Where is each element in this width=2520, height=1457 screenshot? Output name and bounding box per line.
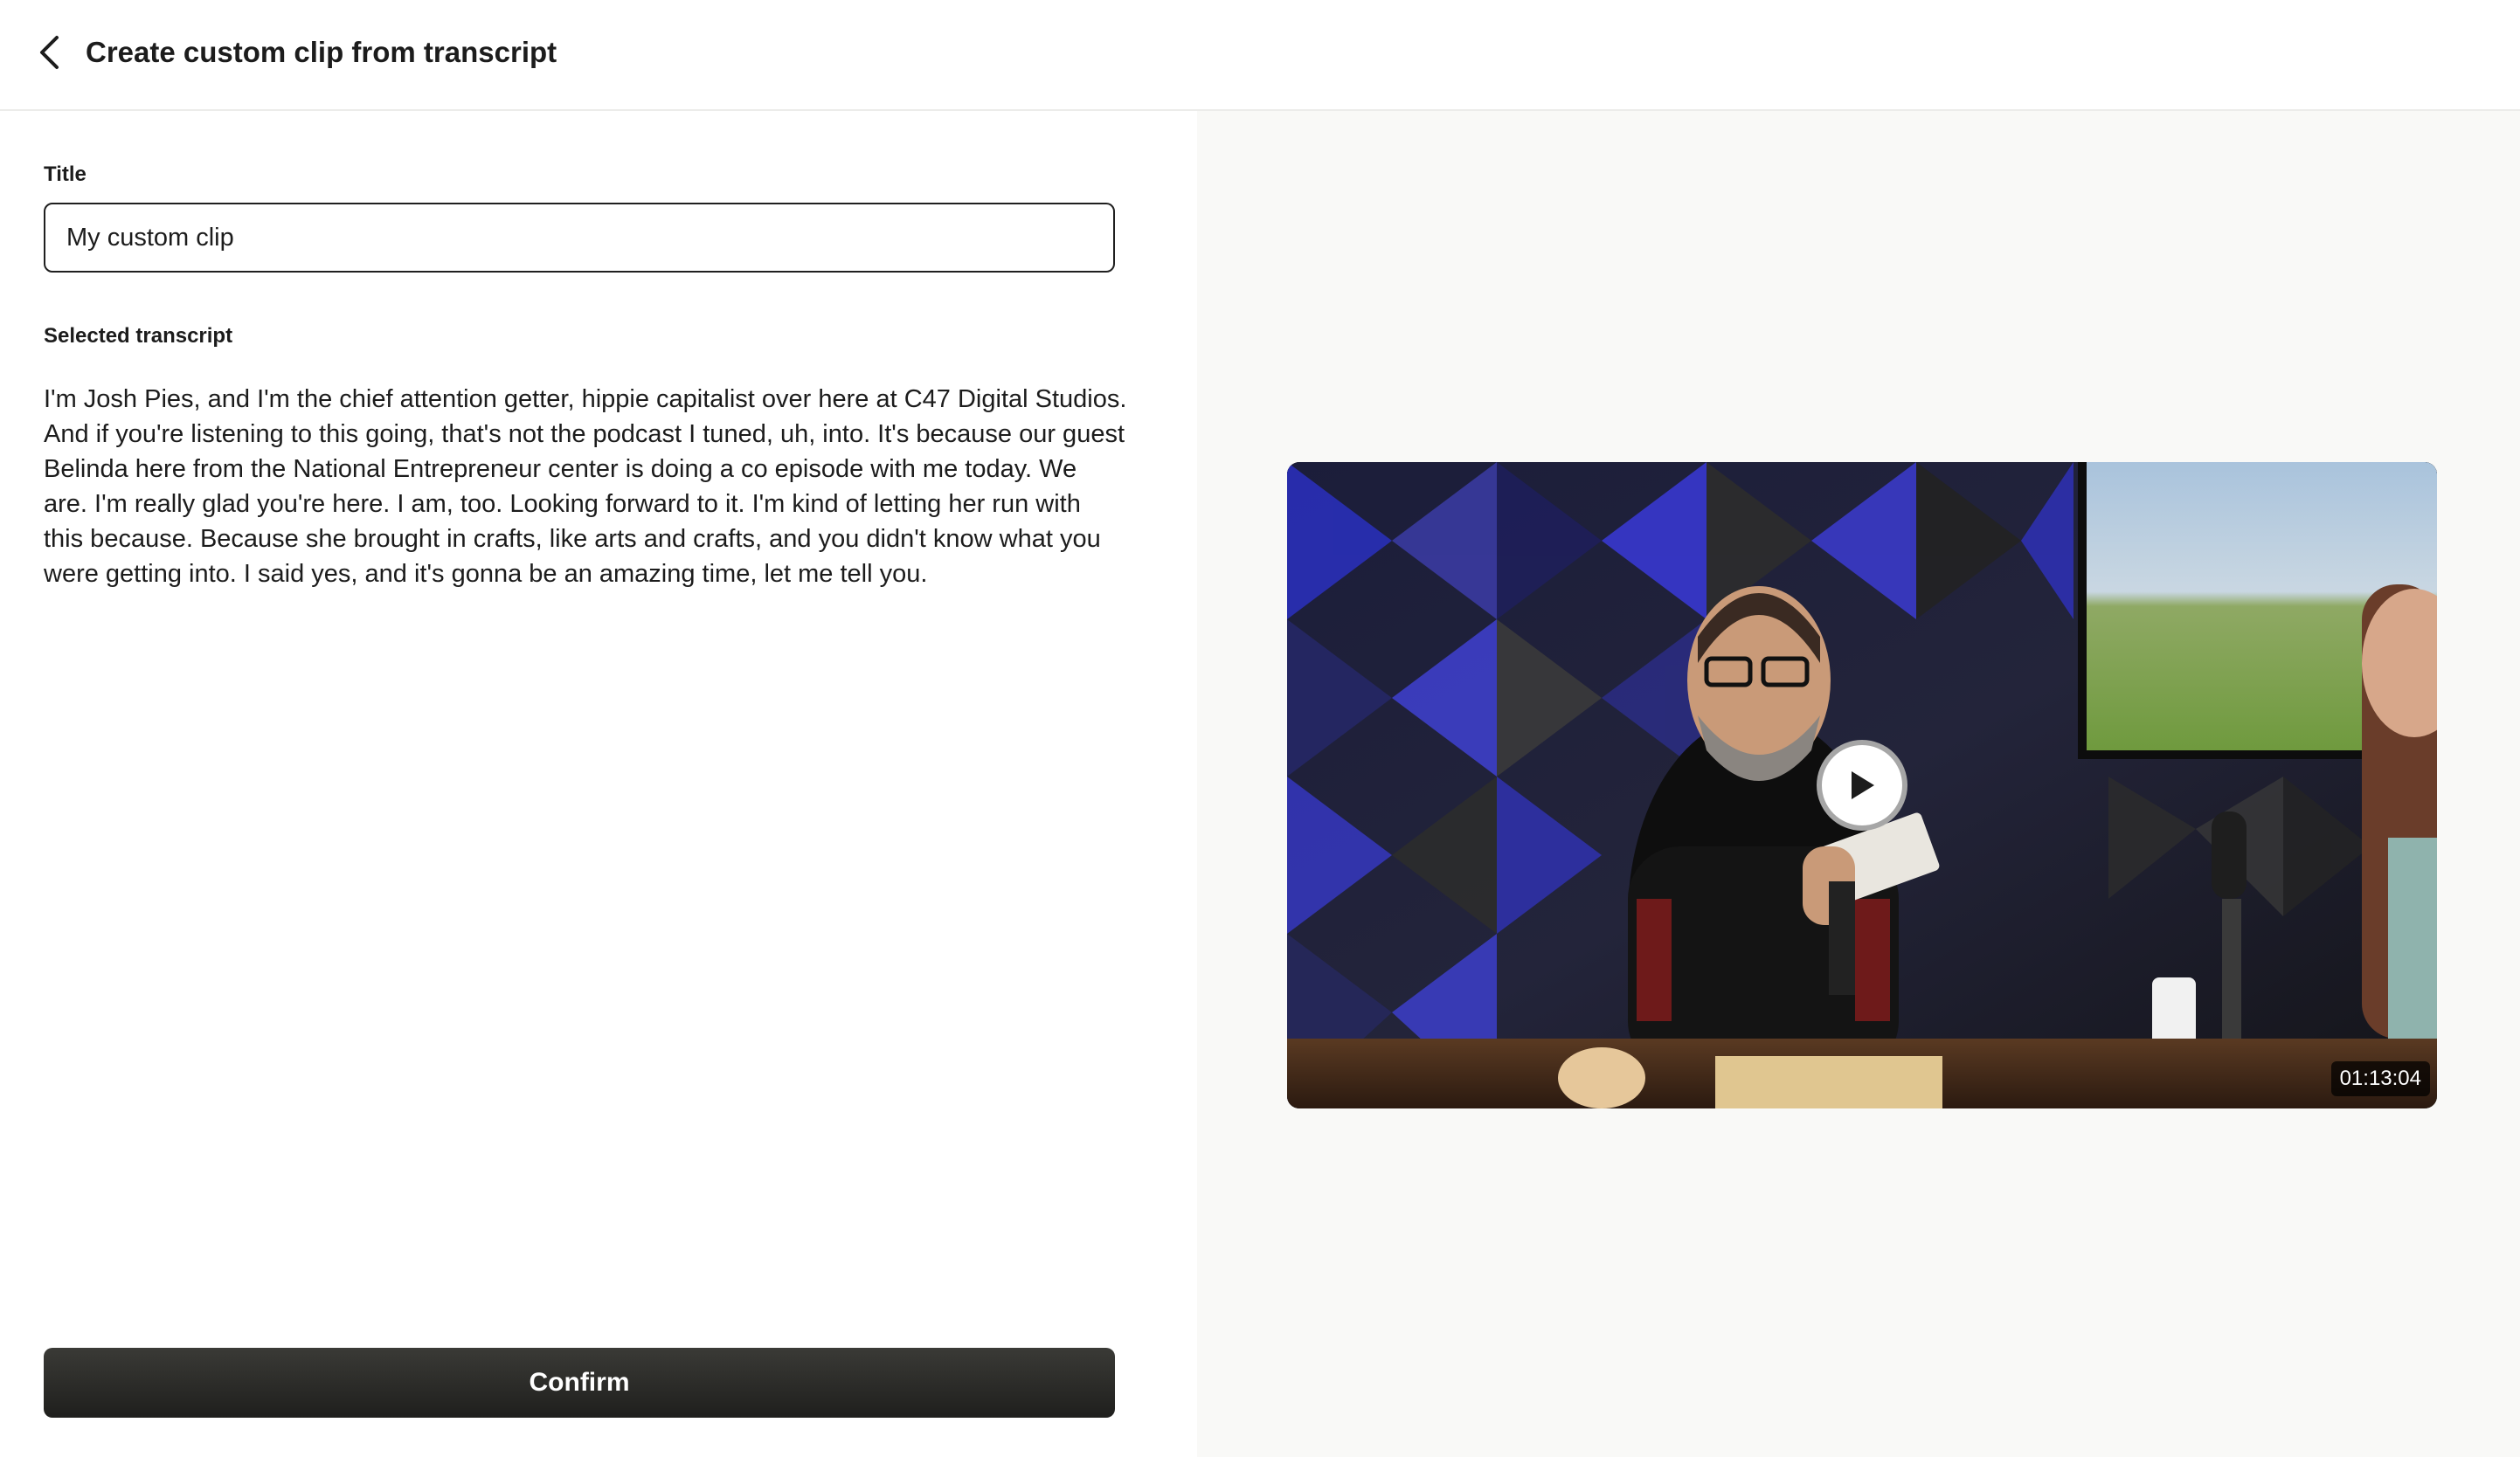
title-input[interactable] <box>44 203 1115 273</box>
video-preview-panel: 01:13:04 <box>1197 111 2520 1457</box>
top-bar: Create custom clip from transcript <box>0 0 2520 111</box>
clip-form-panel: Title Selected transcript I'm Josh Pies,… <box>0 111 1197 1457</box>
play-button[interactable] <box>1817 740 1907 831</box>
selected-transcript-label: Selected transcript <box>44 324 233 348</box>
confirm-button[interactable]: Confirm <box>44 1348 1115 1418</box>
play-icon <box>1852 771 1874 799</box>
title-label: Title <box>44 162 87 186</box>
chevron-left-icon <box>40 36 59 69</box>
transcript-text: I'm Josh Pies, and I'm the chief attenti… <box>44 385 1127 588</box>
duration-badge: 01:13:04 <box>2330 1061 2430 1096</box>
video-thumbnail[interactable]: 01:13:04 <box>1287 462 2437 1108</box>
back-button[interactable] <box>30 31 68 73</box>
page-title: Create custom clip from transcript <box>86 36 557 68</box>
